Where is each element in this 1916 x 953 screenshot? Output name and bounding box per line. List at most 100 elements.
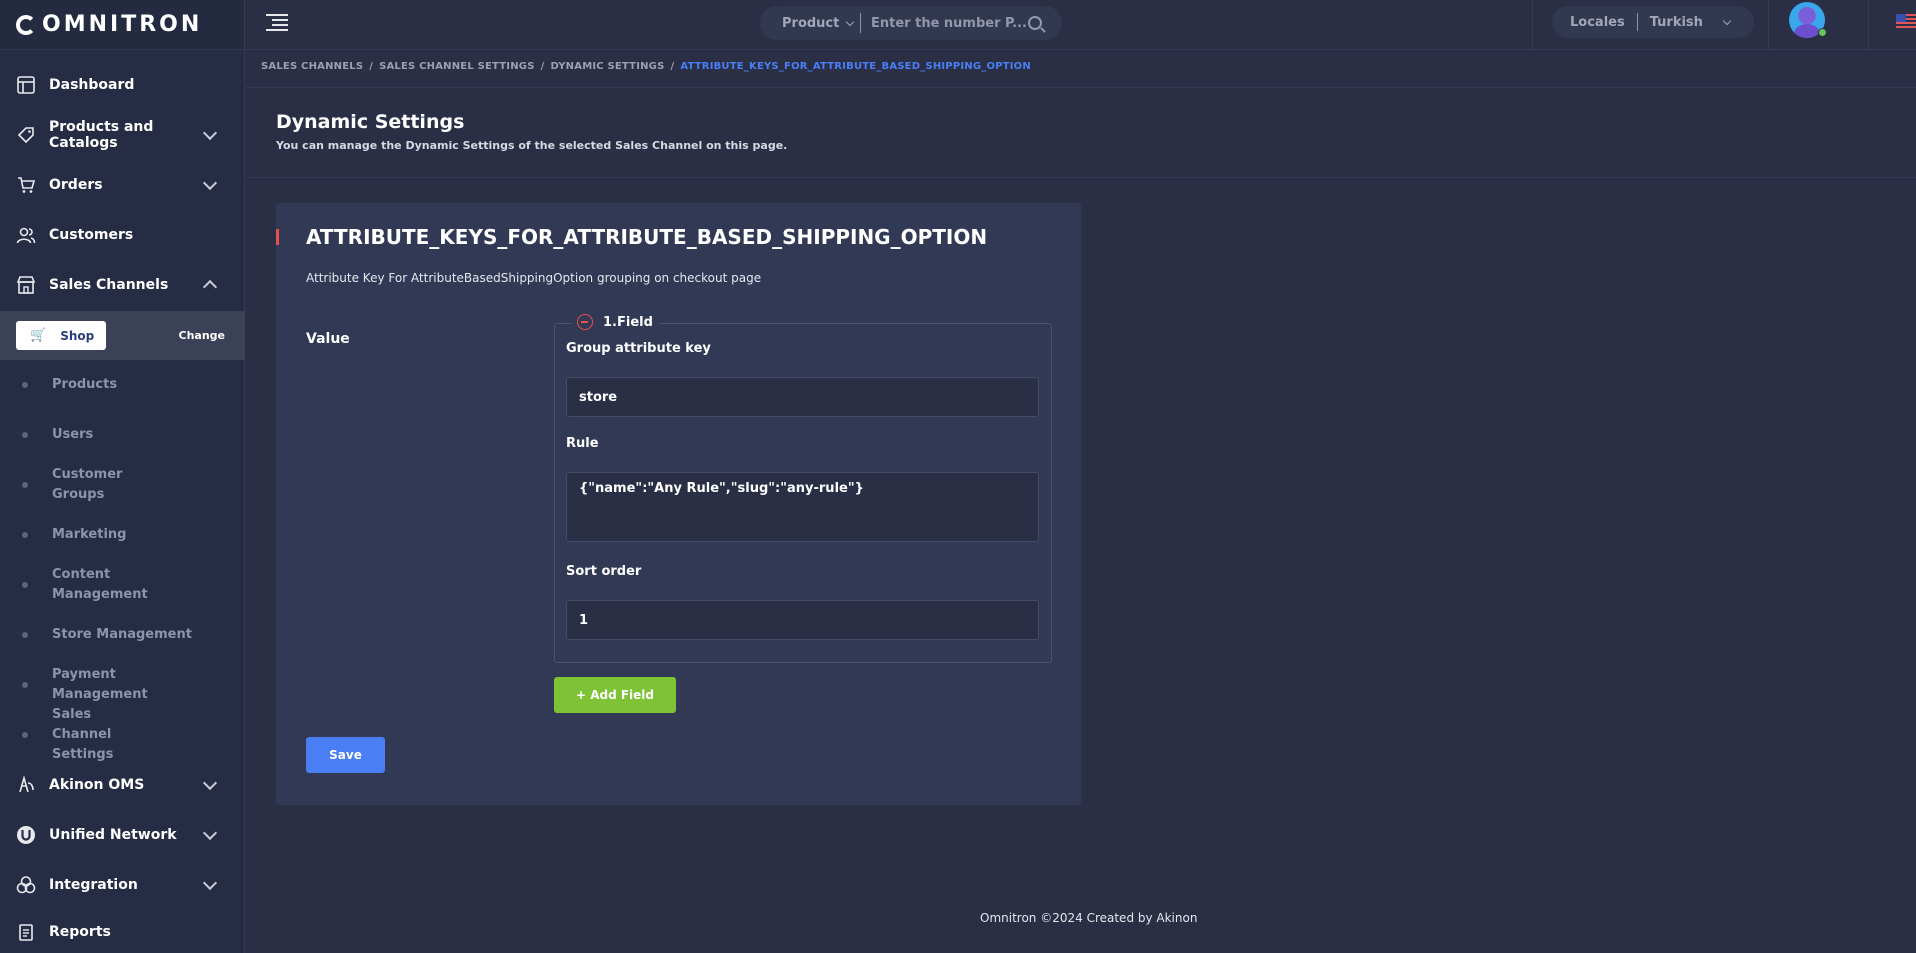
sidebar-subitem-label: Customer Groups [52,467,123,502]
sidebar-item-sales-channels[interactable]: Sales Channels [0,260,245,310]
search-type-select[interactable]: Product [760,16,860,31]
value-label: Value [306,331,350,347]
search-type-value: Product [782,15,840,31]
remove-field-icon[interactable] [577,314,593,330]
sidebar-item-akinon-oms[interactable]: Akinon OMS [0,760,245,810]
bullet-icon [22,482,28,488]
brand-logo[interactable]: OMNITRON [0,0,244,50]
oms-icon [16,775,36,795]
add-field-button[interactable]: + Add Field [554,677,676,713]
users-icon [16,225,36,245]
sidebar-subitem-label: Users [52,427,94,442]
sidebar-subitem-label: Store Management [52,627,192,642]
integration-icon [16,875,36,895]
language-value: Turkish [1649,14,1703,30]
sidebar-subitem-payment-management[interactable]: Payment Management [0,665,245,705]
sidebar-subitem-sales-channel-settings[interactable]: Sales Channel Settings [0,707,245,762]
breadcrumb-dynamic-settings[interactable]: DYNAMIC SETTINGS [550,61,664,72]
breadcrumb-separator: / [540,61,545,72]
divider [246,177,1916,178]
sidebar-subitem-label: Content Management [52,567,148,602]
channel-name: Shop [60,328,95,343]
global-search: Product Enter the number P... [760,6,1062,40]
change-channel-link[interactable]: Change [179,329,226,342]
unified-network-icon [16,825,36,845]
sidebar-subitem-users[interactable]: Users [0,425,245,445]
bullet-icon [22,732,28,738]
breadcrumb-sales-channels[interactable]: SALES CHANNELS [261,61,363,72]
sidebar-subitem-content-management[interactable]: Content Management [0,565,245,605]
sidebar-item-label: Akinon OMS [49,777,145,793]
sort-order-label: Sort order [566,564,642,579]
shopping-cart-icon: 🛒 [30,328,47,343]
topbar: Product Enter the number P... Locales Tu… [246,0,1916,50]
sidebar-item-reports[interactable]: Reports [0,910,245,953]
rule-textarea[interactable]: {"name":"Any Rule","slug":"any-rule"} [566,472,1039,542]
group-attribute-key-label: Group attribute key [566,341,711,356]
footer-text: Omnitron ©2024 Created by Akinon [980,911,1198,925]
group-attribute-key-input[interactable]: store [566,377,1039,417]
field-legend-label: 1.Field [603,314,653,330]
sidebar-subitem-label: Products [52,377,118,392]
sidebar-subitem-label: Sales Channel Settings [52,707,114,762]
sidebar-item-unified-network[interactable]: Unified Network [0,810,245,860]
setting-description: Attribute Key For AttributeBasedShipping… [306,271,762,285]
sidebar-item-label: Reports [49,923,111,940]
rule-label: Rule [566,436,599,451]
chevron-up-icon [202,279,218,295]
dashboard-icon [16,75,36,95]
locales-label: Locales [1570,14,1625,30]
divider [1532,0,1533,50]
sort-order-input[interactable]: 1 [566,600,1039,640]
bullet-icon [22,582,28,588]
sidebar-item-label: Customers [49,227,134,243]
reports-icon [16,922,36,942]
flag-icon[interactable] [1896,14,1916,28]
sidebar-subitem-label: Marketing [52,527,127,542]
sidebar-item-orders[interactable]: Orders [0,160,245,210]
breadcrumb-separator: / [670,61,675,72]
sidebar-item-dashboard[interactable]: Dashboard [0,60,245,110]
chevron-down-icon [846,17,855,26]
setting-key-title: ATTRIBUTE_KEYS_FOR_ATTRIBUTE_BASED_SHIPP… [306,225,988,249]
title-accent-bar [276,229,279,245]
divider [246,87,1916,88]
chevron-down-icon [202,775,218,790]
field-legend: 1.Field [571,314,659,330]
sidebar-subitem-customer-groups[interactable]: Customer Groups [0,467,245,502]
sidebar-subitem-marketing[interactable]: Marketing [0,525,245,545]
selected-channel-row: 🛒 Shop Change [0,311,245,360]
sidebar-item-label: Integration [49,877,138,893]
sidebar-subitem-products[interactable]: Products [0,375,245,395]
sidebar-item-products-and-catalogs[interactable]: Products and Catalogs [0,110,245,160]
cart-icon [16,175,36,195]
save-button[interactable]: Save [306,737,385,773]
search-input[interactable]: Enter the number P... [861,16,1028,31]
breadcrumb-sales-channel-settings[interactable]: SALES CHANNEL SETTINGS [379,61,535,72]
sidebar-item-integration[interactable]: Integration [0,860,245,910]
sidebar-subitem-label: Payment Management [52,667,148,702]
chevron-down-icon [202,175,218,190]
sidebar-item-customers[interactable]: Customers [0,210,245,260]
search-icon[interactable] [1028,16,1042,30]
dynamic-setting-card: ATTRIBUTE_KEYS_FOR_ATTRIBUTE_BASED_SHIPP… [276,203,1081,805]
sidebar: OMNITRON Dashboard Products and Catalogs… [0,0,245,953]
chevron-down-icon [202,125,218,140]
bullet-icon [22,632,28,638]
breadcrumb: SALES CHANNELS / SALES CHANNEL SETTINGS … [261,61,1037,72]
collapse-menu-icon[interactable] [266,14,288,32]
sidebar-item-label: Dashboard [49,77,135,93]
sidebar-item-label: Sales Channels [49,277,169,293]
sidebar-subitem-store-management[interactable]: Store Management [0,625,245,645]
chevron-down-icon [1722,16,1732,25]
page-title: Dynamic Settings [276,111,465,133]
bullet-icon [22,682,28,688]
brand-name: OMNITRON [42,12,203,37]
store-icon [16,275,36,295]
locales-selector[interactable]: Locales Turkish [1552,6,1754,38]
breadcrumb-separator: / [369,61,374,72]
tag-icon [16,125,36,145]
channel-selector[interactable]: 🛒 Shop [16,321,106,350]
online-status-icon [1818,28,1827,37]
field-group: 1.Field Group attribute key store Rule {… [554,314,1052,663]
